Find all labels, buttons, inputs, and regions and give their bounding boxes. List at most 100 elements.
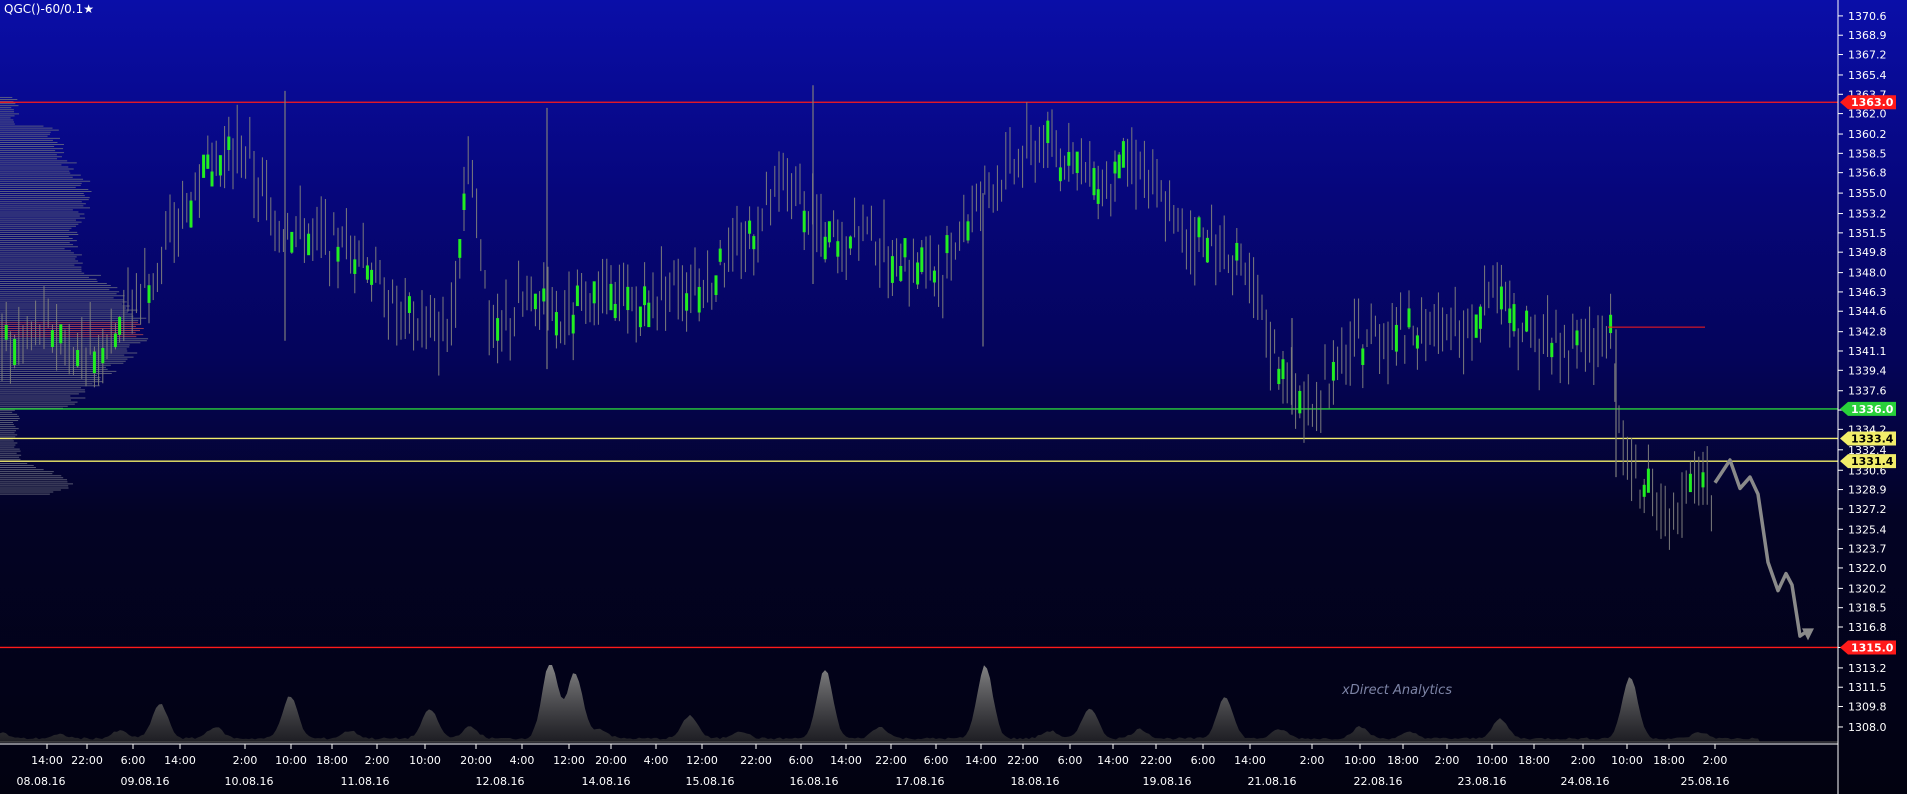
y-tick-label: 1323.7 [1848,543,1887,556]
y-tick-label: 1316.8 [1848,621,1887,634]
level-tag-1333.4: 1333.4 [1840,431,1896,446]
x-tick-time: 18:00 [1653,754,1685,767]
x-tick-time: 22:00 [1007,754,1039,767]
x-tick-date: 11.08.16 [341,775,390,788]
forecast-path [1713,458,1810,638]
candle-body [407,296,411,313]
x-tick-time: 4:00 [644,754,669,767]
candle-body [1046,120,1050,144]
y-tick-label: 1360.2 [1848,128,1887,141]
candle-body [1550,342,1554,358]
x-tick-date: 23.08.16 [1458,775,1507,788]
candle-body [1075,151,1079,174]
x-tick-date: 14.08.16 [582,775,631,788]
y-tick-label: 1370.6 [1848,10,1887,23]
candle-body [932,270,936,283]
x-tick-time: 22:00 [740,754,772,767]
candle-body [1281,359,1285,380]
x-tick-time: 10:00 [275,754,307,767]
x-tick-time: 22:00 [1140,754,1172,767]
y-tick-label: 1362.0 [1848,108,1887,121]
candle-body [290,231,294,253]
y-tick-label: 1356.8 [1848,167,1887,180]
x-tick-time: 22:00 [71,754,103,767]
y-tick-label: 1342.8 [1848,326,1887,339]
star-icon[interactable]: ★ [83,2,94,16]
x-tick-date: 19.08.16 [1143,775,1192,788]
x-tick-time: 2:00 [1435,754,1460,767]
x-tick-time: 12:00 [686,754,718,767]
volume-profile [0,96,149,495]
x-tick-time: 6:00 [789,754,814,767]
candle-body [903,238,907,258]
x-tick-time: 20:00 [460,754,492,767]
candle-body [4,325,8,340]
candle-body [147,285,151,303]
candle-body [554,312,558,336]
candle-body [685,293,689,311]
y-tick-label: 1341.1 [1848,345,1887,358]
y-tick-label: 1311.5 [1848,681,1887,694]
candle-body [613,303,617,319]
x-tick-date: 25.08.16 [1681,775,1730,788]
x-tick-time: 20:00 [595,754,627,767]
candle-body [370,269,374,285]
x-axis: 14:00 22:00 6:00 14:00 2:00 10:00 18:00 2:00 10:… [17,744,1730,788]
x-tick-time: 22:00 [875,754,907,767]
candle-body [1205,237,1209,263]
y-tick-label: 1365.4 [1848,69,1887,82]
candle-body [848,236,852,249]
candle-body [227,136,231,150]
y-tick-label: 1355.0 [1848,187,1887,200]
level-tag-label: 1333.4 [1851,432,1894,445]
x-tick-time: 10:00 [1476,754,1508,767]
y-tick-label: 1349.8 [1848,246,1887,259]
candle-body [1512,304,1516,332]
symbol-title: QGC()-60/0.1 [4,2,84,16]
price-chart[interactable]: 1370.61368.91367.21365.41363.71362.01360… [0,0,1907,794]
candle-body [92,351,96,374]
candle-body [1277,368,1281,385]
candle-body [336,246,340,262]
x-tick-date: 08.08.16 [17,775,66,788]
x-tick-time: 10:00 [409,754,441,767]
candle-body [1499,286,1503,310]
y-tick-label: 1358.5 [1848,147,1887,160]
candle-body [718,248,722,262]
candle-body [1474,314,1478,338]
watermark: xDirect Analytics [1342,683,1453,698]
x-tick-time: 14:00 [31,754,63,767]
candle-body [218,155,222,176]
x-tick-time: 4:00 [510,754,535,767]
x-tick-time: 18:00 [316,754,348,767]
y-tick-label: 1320.2 [1848,582,1887,595]
x-tick-time: 12:00 [553,754,585,767]
x-tick-date: 09.08.16 [121,775,170,788]
x-tick-time: 14:00 [830,754,862,767]
candle-body [1117,154,1121,179]
level-tag-label: 1336.0 [1851,403,1894,416]
candle-body [1646,468,1650,493]
candle-body [496,318,500,341]
candle-body [1525,310,1529,332]
candles [1,85,1712,550]
candle-body [1331,361,1335,381]
candle-body [202,154,206,178]
y-tick-label: 1308.0 [1848,721,1887,734]
candle-body [752,236,756,250]
level-tag-1315.0: 1315.0 [1840,640,1896,655]
candle-body [626,286,630,311]
candle-body [899,265,903,281]
candle-body [1113,161,1117,174]
candle-body [890,256,894,283]
candle-body [101,347,105,364]
x-tick-time: 2:00 [1300,754,1325,767]
candle-body [365,265,369,280]
candle-body [920,247,924,273]
level-tag-label: 1331.4 [1851,455,1894,468]
x-tick-time: 2:00 [365,754,390,767]
candle-body [571,314,575,334]
y-tick-label: 1346.3 [1848,286,1887,299]
y-tick-label: 1322.0 [1848,562,1887,575]
x-tick-time: 2:00 [1703,754,1728,767]
